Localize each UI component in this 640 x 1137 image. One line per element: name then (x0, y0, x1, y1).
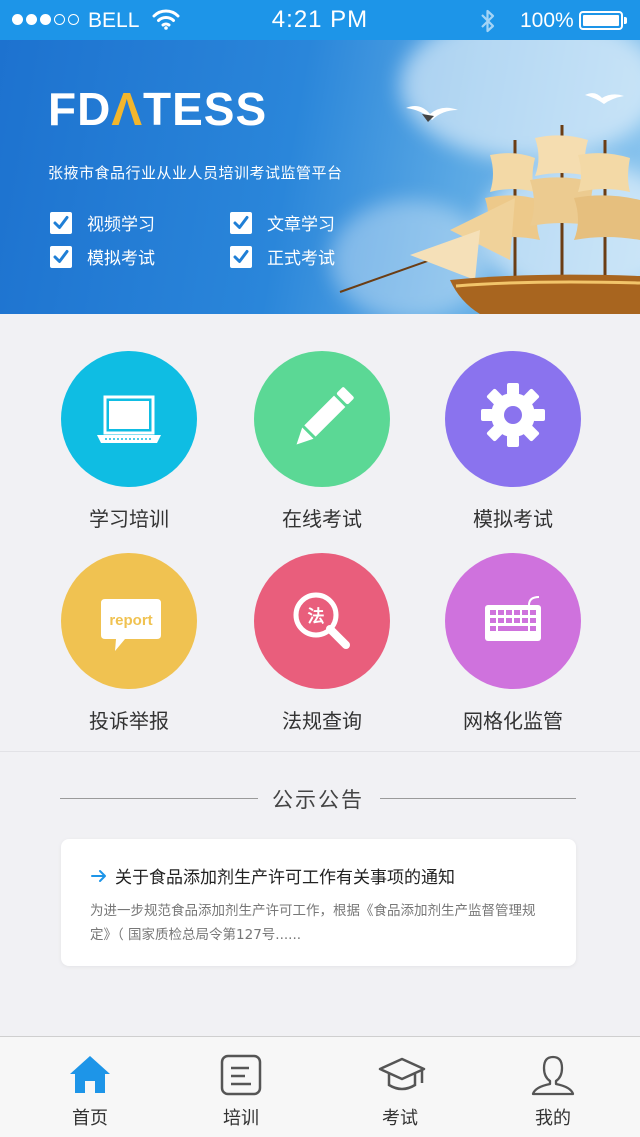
document-icon (220, 1054, 262, 1096)
notice-item-title[interactable]: 关于食品添加剂生产许可工作有关事项的通知 (91, 863, 455, 888)
svg-text:法: 法 (308, 606, 325, 627)
feature-menu: 学习培训 在线考试 模拟考试 report 投诉举报 法 法规查询 网格化监管 (0, 314, 640, 751)
menu-item-grid-supervision[interactable]: 网格化监管 (413, 553, 613, 734)
menu-item-learning[interactable]: 学习培训 (29, 351, 229, 532)
menu-item-complaint[interactable]: report 投诉举报 (29, 553, 229, 734)
checkbox-checked-icon (230, 245, 252, 268)
pencil-icon (296, 387, 354, 445)
menu-item-icon-bg: 法 (254, 553, 390, 689)
tab-label: 培训 (223, 1108, 259, 1129)
menu-item-icon-bg: report (61, 553, 197, 689)
tab-label: 我的 (535, 1108, 571, 1129)
battery-icon (579, 11, 623, 30)
bluetooth-icon (480, 8, 496, 39)
report-bubble-icon: report (101, 599, 161, 651)
tab-label: 首页 (72, 1108, 108, 1129)
checkbox-checked-icon (50, 211, 72, 234)
menu-item-icon-bg (445, 351, 581, 487)
home-icon (70, 1056, 110, 1093)
checkbox-checked-icon (50, 245, 72, 268)
notice-card[interactable]: 关于食品添加剂生产许可工作有关事项的通知 为进一步规范食品添加剂生产许可工作，根… (61, 839, 576, 966)
checklist-item: 视频学习 (50, 210, 155, 235)
tab-home[interactable]: 首页 (30, 1037, 150, 1137)
gear-icon (481, 383, 545, 447)
sailing-ship-illustration (339, 93, 640, 314)
menu-item-icon-bg (254, 351, 390, 487)
graduation-cap-icon (378, 1057, 426, 1091)
brand-logo: FDΛTESS (48, 83, 268, 135)
tab-exam[interactable]: 考试 (340, 1037, 460, 1137)
tab-training[interactable]: 培训 (181, 1037, 301, 1137)
menu-item-regulations[interactable]: 法 法规查询 (222, 553, 422, 734)
menu-item-icon-bg (445, 553, 581, 689)
platform-subtitle: 张掖市食品行业从业人员培训考试监管平台 (48, 164, 343, 182)
arrow-right-icon (91, 869, 106, 882)
checklist-item: 模拟考试 (50, 244, 155, 269)
menu-item-label: 学习培训 (89, 507, 169, 531)
status-bar: BELL 4:21 PM 100% (0, 0, 640, 40)
notice-item-excerpt: 为进一步规范食品添加剂生产许可工作，根据《食品添加剂生产监督管理规定》（ 国家质… (90, 903, 536, 943)
menu-item-online-exam[interactable]: 在线考试 (222, 351, 422, 532)
section-divider (0, 751, 640, 752)
checkbox-checked-icon (230, 211, 252, 234)
svg-text:report: report (109, 612, 152, 629)
menu-item-label: 在线考试 (282, 507, 362, 531)
tab-label: 考试 (382, 1108, 418, 1129)
checklist-item: 文章学习 (230, 210, 335, 235)
menu-item-label: 法规查询 (282, 709, 362, 733)
battery-percent: 100% (520, 9, 574, 32)
law-search-icon: 法 (293, 592, 350, 649)
menu-item-label: 模拟考试 (473, 507, 553, 531)
menu-item-icon-bg (61, 351, 197, 487)
laptop-icon (97, 395, 161, 443)
hero-banner: FDΛTESS 张掖市食品行业从业人员培训考试监管平台 视频学习 文章学习 模拟… (0, 40, 640, 314)
bottom-tab-bar: 首页 培训 考试 我的 (0, 1036, 640, 1137)
menu-item-mock-exam[interactable]: 模拟考试 (413, 351, 613, 532)
user-icon (531, 1055, 575, 1096)
keyboard-icon (485, 596, 541, 641)
tab-mine[interactable]: 我的 (493, 1037, 613, 1137)
menu-item-label: 网格化监管 (463, 709, 563, 733)
notice-section-header: 公示公告 (60, 784, 576, 814)
menu-item-label: 投诉举报 (89, 709, 169, 733)
notice-heading: 公示公告 (272, 788, 364, 812)
checklist-item: 正式考试 (230, 244, 335, 269)
